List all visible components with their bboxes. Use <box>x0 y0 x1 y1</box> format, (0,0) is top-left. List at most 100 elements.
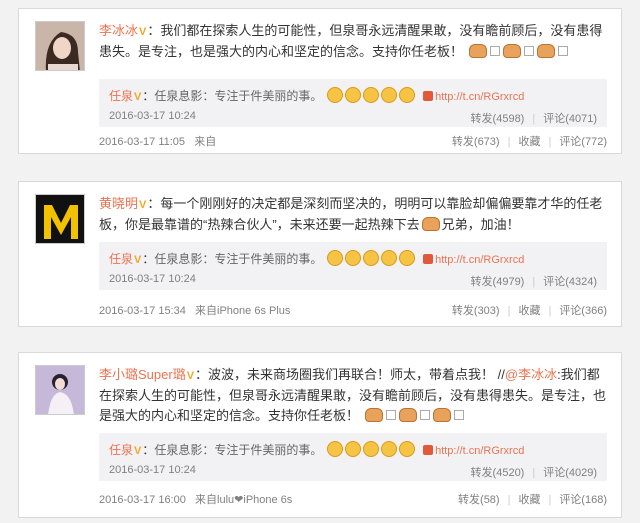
fist-emoji-icon <box>502 44 521 58</box>
smile-emoji-icon <box>380 250 397 266</box>
divider: | <box>507 305 511 317</box>
box-icon <box>385 410 396 420</box>
fist-emoji-icon <box>398 408 417 422</box>
verified-icon: V <box>139 26 147 38</box>
divider: | <box>532 113 536 125</box>
fist-emoji-icon <box>364 408 383 422</box>
post-text: 李小璐Super璐V：波波，未来商场圈我们再联合！师太，带着点我！ //@李冰冰… <box>99 365 607 426</box>
quoted-timestamp[interactable]: 2016-03-17 10:24 <box>109 273 196 285</box>
box-icon <box>557 46 568 56</box>
repost-button[interactable]: 转发(58) <box>458 494 500 506</box>
short-link[interactable]: http://t.cn/RGrxrcd <box>435 254 524 266</box>
separator-colon: ： <box>142 89 155 103</box>
post-meta: 2016-03-17 15:34 来自iPhone 6s Plus 转发(303… <box>99 302 607 318</box>
avatar[interactable] <box>35 365 85 415</box>
link-icon <box>423 91 434 101</box>
divider: | <box>548 305 552 317</box>
quoted-comment-button[interactable]: 评论(4029) <box>543 467 597 479</box>
smile-emoji-icon <box>326 441 343 457</box>
repost-button[interactable]: 转发(303) <box>452 305 500 317</box>
smile-emoji-icon <box>398 87 415 103</box>
quoted-comment-button[interactable]: 评论(4324) <box>543 276 597 288</box>
fist-emoji-icon <box>432 408 451 422</box>
verified-icon: V <box>134 445 142 457</box>
author-name[interactable]: 李小璐Super璐 <box>99 367 186 382</box>
box-icon <box>489 46 500 56</box>
short-link[interactable]: http://t.cn/RGrxrcd <box>435 445 524 457</box>
smile-emoji-icon <box>344 250 361 266</box>
divider: | <box>548 136 552 148</box>
comment-button[interactable]: 评论(772) <box>559 136 607 148</box>
post-body: ：波波，未来商场圈我们再联合！师太，带着点我！ // <box>195 367 505 382</box>
post-text: 黄晓明V：每一个刚刚好的决定都是深刻而坚决的，明明可以靠脸却偏偏要靠才华的任老板… <box>99 194 607 235</box>
comment-button[interactable]: 评论(366) <box>559 305 607 317</box>
smile-emoji-icon <box>344 441 361 457</box>
comment-button[interactable]: 评论(168) <box>559 494 607 506</box>
fist-emoji-icon <box>468 44 487 58</box>
avatar[interactable] <box>35 21 85 71</box>
mention-link[interactable]: @李冰冰 <box>505 367 557 382</box>
smile-emoji-icon <box>344 87 361 103</box>
quoted-author[interactable]: 任泉 <box>109 443 133 457</box>
repost-button[interactable]: 转发(673) <box>452 136 500 148</box>
divider: | <box>532 467 536 479</box>
post-text: 李冰冰V：我们都在探索人生的可能性，但泉哥永远清醒果敢，没有瞻前顾后，没有患得患… <box>99 21 607 62</box>
quoted-repost-button[interactable]: 转发(4520) <box>471 467 525 479</box>
quoted-text: 任泉息影：专注于件美丽的事。 <box>154 252 323 266</box>
box-icon <box>523 46 534 56</box>
box-icon <box>419 410 430 420</box>
quoted-timestamp[interactable]: 2016-03-17 10:24 <box>109 110 196 122</box>
quoted-comment-button[interactable]: 评论(4071) <box>543 113 597 125</box>
quoted-author[interactable]: 任泉 <box>109 252 133 266</box>
post-timestamp[interactable]: 2016-03-17 11:05 <box>99 136 185 148</box>
divider: | <box>507 136 511 148</box>
author-name[interactable]: 黄晓明 <box>99 196 138 211</box>
smile-emoji-icon <box>398 441 415 457</box>
smile-emoji-icon <box>362 87 379 103</box>
post-timestamp[interactable]: 2016-03-17 15:34 <box>99 305 186 317</box>
quoted-timestamp[interactable]: 2016-03-17 10:24 <box>109 464 196 476</box>
verified-icon: V <box>134 254 142 266</box>
divider: | <box>548 494 552 506</box>
avatar[interactable] <box>35 194 85 244</box>
quoted-repost-button[interactable]: 转发(4598) <box>471 113 525 125</box>
weibo-post: 李冰冰V：我们都在探索人生的可能性，但泉哥永远清醒果敢，没有瞻前顾后，没有患得患… <box>18 8 622 154</box>
separator-colon: ： <box>142 252 155 266</box>
quoted-author[interactable]: 任泉 <box>109 89 133 103</box>
box-icon <box>453 410 464 420</box>
quoted-text: 任泉息影：专注于件美丽的事。 <box>154 89 323 103</box>
post-source: 来自 <box>194 136 217 148</box>
smile-emoji-icon <box>380 441 397 457</box>
post-source: 来自iPhone 6s Plus <box>195 305 291 317</box>
verified-icon: V <box>139 199 147 211</box>
smile-emoji-icon <box>326 250 343 266</box>
favorite-button[interactable]: 收藏 <box>518 136 540 148</box>
quoted-text: 任泉息影：专注于件美丽的事。 <box>154 443 323 457</box>
weibo-post: 李小璐Super璐V：波波，未来商场圈我们再联合！师太，带着点我！ //@李冰冰… <box>18 352 622 518</box>
post-meta: 2016-03-17 16:00 来自lulu❤iPhone 6s 转发(58)… <box>99 491 607 507</box>
weibo-post: 黄晓明V：每一个刚刚好的决定都是深刻而坚决的，明明可以靠脸却偏偏要靠才华的任老板… <box>18 181 622 327</box>
post-body-tail: 兄弟，加油！ <box>441 217 520 232</box>
post-timestamp[interactable]: 2016-03-17 16:00 <box>99 494 186 506</box>
smile-emoji-icon <box>362 441 379 457</box>
smile-emoji-icon <box>362 250 379 266</box>
post-source: 来自lulu❤iPhone 6s <box>195 494 293 506</box>
link-icon <box>423 445 434 455</box>
smile-emoji-icon <box>380 87 397 103</box>
verified-icon: V <box>186 370 195 382</box>
smile-emoji-icon <box>326 87 343 103</box>
quoted-repost-button[interactable]: 转发(4979) <box>471 276 525 288</box>
post-meta: 2016-03-17 11:05 来自 转发(673) | 收藏 | 评论(772) <box>99 133 607 149</box>
quoted-post: 任泉V：任泉息影：专注于件美丽的事。 http://t.cn/RGrxrcd 2… <box>99 242 607 290</box>
fist-emoji-icon <box>536 44 555 58</box>
link-icon <box>423 254 434 264</box>
favorite-button[interactable]: 收藏 <box>518 305 540 317</box>
post-body: ：每一个刚刚好的决定都是深刻而坚决的，明明可以靠脸却偏偏要靠才华的任老板，你是最… <box>99 196 603 232</box>
short-link[interactable]: http://t.cn/RGrxrcd <box>435 91 524 103</box>
favorite-button[interactable]: 收藏 <box>518 494 540 506</box>
divider: | <box>507 494 511 506</box>
quoted-post: 任泉V：任泉息影：专注于件美丽的事。 http://t.cn/RGrxrcd 2… <box>99 433 607 481</box>
author-name[interactable]: 李冰冰 <box>99 23 138 38</box>
verified-icon: V <box>134 91 142 103</box>
smile-emoji-icon <box>398 250 415 266</box>
